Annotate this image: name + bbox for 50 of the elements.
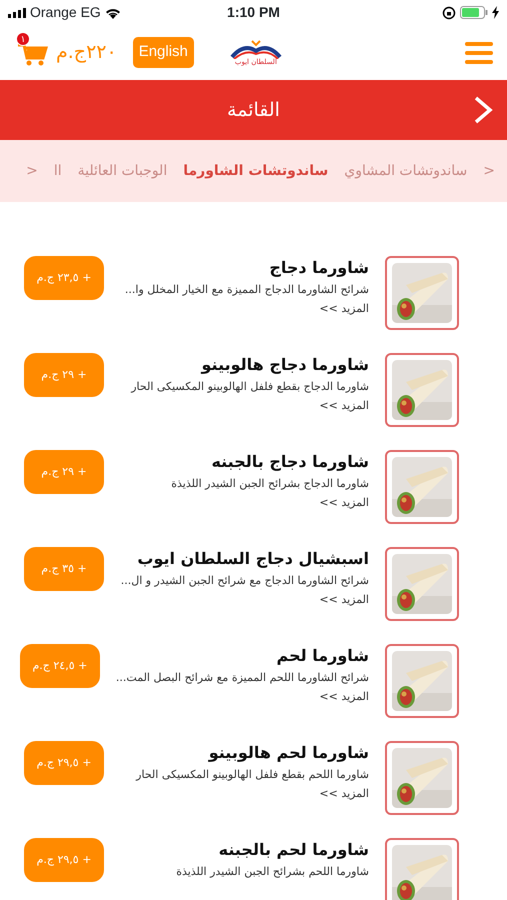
item-name: شاورما دجاج — [268, 257, 369, 279]
battery-icon — [460, 6, 488, 19]
item-image-frame[interactable] — [385, 741, 459, 815]
rotation-lock-icon — [442, 6, 456, 20]
signal-icon — [8, 8, 26, 18]
wifi-icon — [104, 6, 121, 18]
more-link[interactable]: المزيد >> — [319, 592, 369, 608]
item-image-frame[interactable] — [385, 644, 459, 718]
category-tab[interactable]: ساندوتشات المشاوي — [344, 160, 468, 182]
charging-icon — [492, 6, 499, 19]
add-price-button[interactable]: + ٢٣,٥ ج.م — [24, 256, 104, 300]
more-link[interactable]: المزيد >> — [319, 786, 369, 802]
page-title: القائمة — [227, 98, 280, 123]
add-price-button[interactable]: + ٢٤,٥ ج.م — [20, 644, 100, 688]
item-description: شرائح الشاورما اللحم المميزة مع شرائح البصل المت... — [116, 670, 369, 686]
item-name: اسبشيال دجاج السلطان ايوب — [136, 548, 369, 570]
item-name: شاورما لحم هالوبينو — [207, 742, 369, 764]
more-link[interactable]: المزيد >> — [319, 494, 369, 511]
item-image-frame[interactable] — [385, 547, 459, 621]
item-name: شاورما لحم بالجبنه — [218, 839, 369, 861]
add-price-button[interactable]: + ٢٩ ج.م — [24, 450, 104, 494]
status-time: 1:10 PM — [226, 3, 281, 22]
language-button[interactable]: English — [132, 37, 194, 68]
add-price-button[interactable]: + ٢٩,٥ ج.م — [24, 838, 104, 882]
item-description: شاورما الدجاج بشرائح الجبن الشيدر اللذيذة — [171, 476, 369, 492]
item-description: شاورما اللحم بشرائح الجبن الشيدر اللذيذة — [176, 864, 369, 880]
add-price-button[interactable]: + ٣٥ ج.م — [24, 547, 104, 591]
category-tab[interactable]: اا — [54, 160, 62, 182]
item-description: شاورما اللحم بقطع فلفل الهالوبينو المكسيكى الحار — [136, 767, 369, 783]
item-image-frame[interactable] — [385, 256, 459, 330]
more-link[interactable]: المزيد >> — [319, 300, 369, 317]
cart-icon[interactable] — [18, 42, 48, 67]
category-tab[interactable]: الوجبات العائلية — [78, 160, 168, 182]
item-image-frame[interactable] — [385, 838, 459, 900]
category-tab[interactable]: ساندوتشات الشاورما — [183, 160, 328, 182]
add-price-button[interactable]: + ٢٩ ج.م — [24, 353, 104, 397]
more-link[interactable]: المزيد >> — [319, 398, 369, 414]
item-name: شاورما لحم — [276, 645, 369, 667]
more-link[interactable]: المزيد >> — [319, 688, 369, 705]
item-description: شرائح الشاورما الدجاج مع شرائح الجبن الشيدر و ال... — [120, 573, 369, 589]
item-description: شرائح الشاورما الدجاج المميزة مع الخيار المخلل وا... — [124, 282, 369, 298]
cart-total: ٢٢٠ج.م — [56, 40, 117, 66]
item-image-frame[interactable] — [385, 450, 459, 524]
add-price-button[interactable]: + ٢٩,٥ ج.م — [24, 741, 104, 785]
carrier-name: Orange EG — [30, 3, 101, 22]
item-name: شاورما دجاج بالجبنه — [210, 451, 369, 473]
cart-count-badge: ١ — [16, 32, 30, 46]
item-image-frame[interactable] — [385, 353, 459, 427]
item-description: شاورما الدجاج بقطع فلفل الهالوبينو المكسيكى الحار — [131, 379, 369, 395]
item-name: شاورما دجاج هالوبينو — [200, 354, 369, 376]
